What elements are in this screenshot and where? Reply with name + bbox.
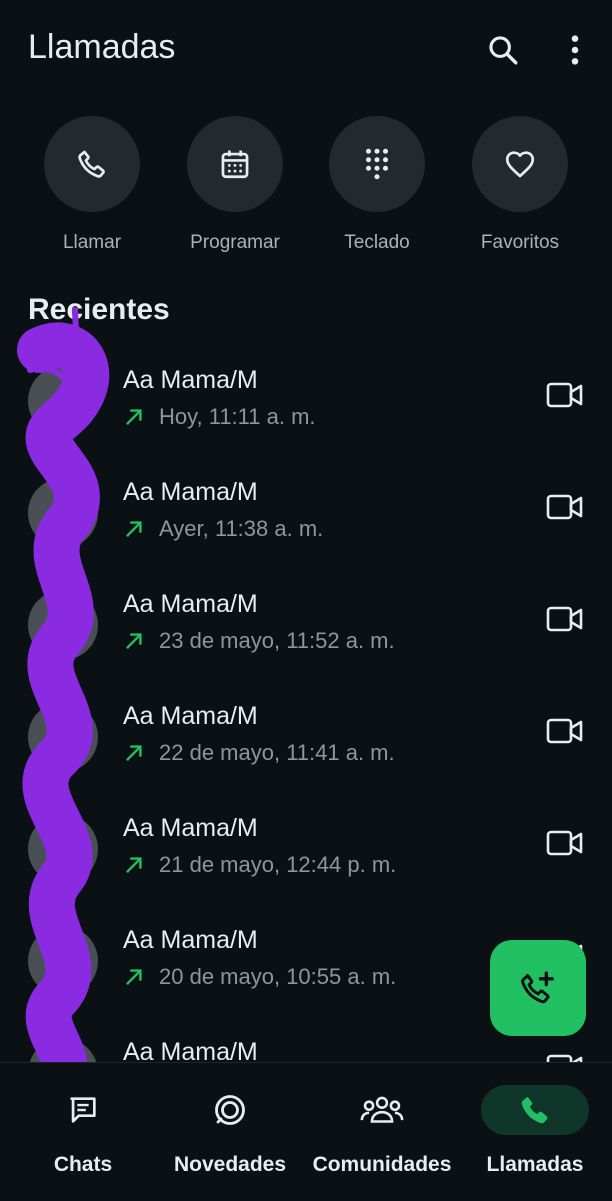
video-call-icon[interactable] xyxy=(546,716,584,746)
updates-icon xyxy=(155,1085,305,1135)
outgoing-arrow-icon xyxy=(126,633,142,649)
outgoing-arrow-icon xyxy=(126,745,142,761)
contact-name: Aa Mama/M xyxy=(123,366,258,394)
call-time: 22 de mayo, 11:41 a. m. xyxy=(159,740,395,765)
quick-action-label: Programar xyxy=(190,232,280,253)
outgoing-arrow-icon xyxy=(126,521,142,537)
dialpad-icon[interactable] xyxy=(329,116,425,212)
call-time: Ayer, 11:38 a. m. xyxy=(159,516,324,541)
outgoing-arrow-icon xyxy=(126,969,142,985)
video-call-icon[interactable] xyxy=(546,380,584,410)
call-meta: 23 de mayo, 11:52 a. m. xyxy=(123,628,395,654)
call-row[interactable]: Aa Mama/M 23 de mayo, 11:52 a. m. xyxy=(0,574,612,686)
quick-action-favoritos[interactable]: Favoritos xyxy=(450,116,590,254)
call-meta: 22 de mayo, 11:41 a. m. xyxy=(123,740,395,766)
call-row[interactable]: Aa Mama/M Ayer, 11:38 a. m. xyxy=(0,462,612,574)
contact-name: Aa Mama/M xyxy=(123,1038,258,1062)
nav-tab-comunidades[interactable]: Comunidades xyxy=(307,1085,457,1177)
nav-tab-llamadas[interactable]: Llamadas xyxy=(460,1085,610,1177)
call-meta: 20 de mayo, 10:55 a. m. xyxy=(123,964,396,990)
quick-action-llamar[interactable]: Llamar xyxy=(22,116,162,254)
avatar[interactable] xyxy=(28,1038,98,1062)
more-vert-icon[interactable] xyxy=(555,30,595,70)
quick-action-label: Teclado xyxy=(344,232,410,253)
page-title: Llamadas xyxy=(28,28,176,66)
call-time: 20 de mayo, 10:55 a. m. xyxy=(159,964,397,989)
heart-icon[interactable] xyxy=(472,116,568,212)
nav-tab-chats[interactable]: Chats xyxy=(8,1085,158,1177)
quick-action-label: Favoritos xyxy=(480,232,560,253)
video-call-icon[interactable] xyxy=(546,492,584,522)
quick-actions: Llamar Programar Teclado Favoritos xyxy=(0,116,612,256)
video-call-icon[interactable] xyxy=(546,1052,584,1062)
avatar[interactable] xyxy=(28,590,98,660)
contact-name: Aa Mama/M xyxy=(123,814,258,842)
nav-tab-novedades[interactable]: Novedades xyxy=(155,1085,305,1177)
avatar[interactable] xyxy=(28,814,98,884)
quick-action-label: Llamar xyxy=(62,232,122,253)
new-call-button[interactable] xyxy=(490,940,586,1036)
phone-icon[interactable] xyxy=(44,116,140,212)
video-call-icon[interactable] xyxy=(546,604,584,634)
call-meta: Hoy, 11:11 a. m. xyxy=(123,404,316,430)
contact-name: Aa Mama/M xyxy=(123,478,258,506)
call-time: Hoy, 11:11 a. m. xyxy=(159,404,316,429)
call-meta: Ayer, 11:38 a. m. xyxy=(123,516,323,542)
avatar[interactable] xyxy=(28,702,98,772)
video-call-icon[interactable] xyxy=(546,828,584,858)
call-row[interactable]: Aa Mama/M 21 de mayo, 12:44 p. m. xyxy=(0,798,612,910)
call-meta: 21 de mayo, 12:44 p. m. xyxy=(123,852,396,878)
quick-action-programar[interactable]: Programar xyxy=(165,116,305,254)
nav-label: Llamadas xyxy=(486,1153,584,1176)
calendar-icon[interactable] xyxy=(187,116,283,212)
calls-icon xyxy=(481,1085,589,1135)
contact-name: Aa Mama/M xyxy=(123,590,258,618)
add-call-icon xyxy=(521,971,554,1004)
nav-label: Comunidades xyxy=(312,1153,452,1176)
call-time: 23 de mayo, 11:52 a. m. xyxy=(159,628,395,653)
contact-name: Aa Mama/M xyxy=(123,702,258,730)
nav-label: Novedades xyxy=(173,1153,287,1176)
call-time: 21 de mayo, 12:44 p. m. xyxy=(159,852,397,877)
contact-name: Aa Mama/M xyxy=(123,926,258,954)
outgoing-arrow-icon xyxy=(126,409,142,425)
nav-label: Chats xyxy=(53,1153,113,1176)
search-icon[interactable] xyxy=(483,30,523,70)
top-app-bar: Llamadas xyxy=(0,0,612,100)
avatar[interactable] xyxy=(28,366,98,436)
avatar[interactable] xyxy=(28,926,98,996)
call-row[interactable]: Aa Mama/M 22 de mayo, 11:41 a. m. xyxy=(0,686,612,798)
call-row[interactable]: Aa Mama/M Hoy, 11:11 a. m. xyxy=(0,350,612,462)
outgoing-arrow-icon xyxy=(126,857,142,873)
chats-icon xyxy=(8,1085,158,1135)
bottom-navigation: Chats Novedades Comunidades Llamadas xyxy=(0,1062,612,1201)
avatar[interactable] xyxy=(28,478,98,548)
section-title-recientes: Recientes xyxy=(28,293,170,326)
communities-icon xyxy=(307,1085,457,1135)
quick-action-teclado[interactable]: Teclado xyxy=(307,116,447,254)
